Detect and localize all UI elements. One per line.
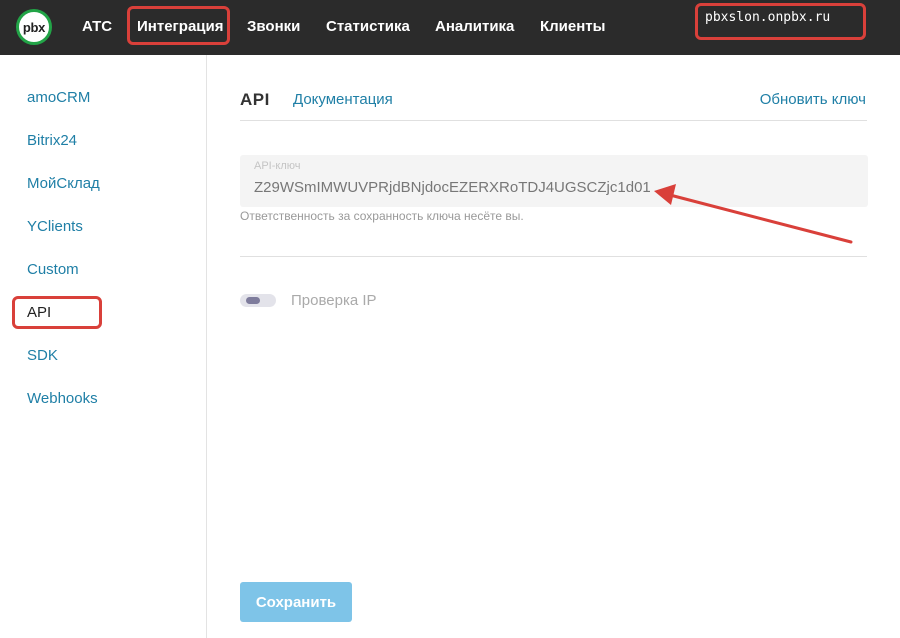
- nav-item-calls[interactable]: Звонки: [247, 18, 300, 35]
- account-domain[interactable]: pbxslon.onpbx.ru: [705, 10, 830, 25]
- nav-item-clients[interactable]: Клиенты: [540, 18, 605, 35]
- sidebar-item-custom[interactable]: Custom: [27, 261, 79, 278]
- header-divider: [240, 120, 867, 121]
- sidebar-item-api[interactable]: API: [27, 304, 51, 321]
- sidebar-item-moysklad[interactable]: МойСклад: [27, 175, 100, 192]
- api-key-label: API-ключ: [254, 160, 301, 172]
- logo-text: pbx: [22, 19, 46, 35]
- nav-item-integration[interactable]: Интеграция: [137, 18, 223, 35]
- documentation-link[interactable]: Документация: [293, 91, 393, 108]
- sidebar-item-yclients[interactable]: YClients: [27, 218, 83, 235]
- highlight-box-api: [12, 296, 102, 329]
- sidebar-item-bitrix24[interactable]: Bitrix24: [27, 132, 77, 149]
- api-key-hint: Ответственность за сохранность ключа нес…: [240, 209, 524, 223]
- ip-check-label: Проверка IP: [291, 292, 377, 309]
- save-button[interactable]: Сохранить: [240, 582, 352, 622]
- sidebar-item-sdk[interactable]: SDK: [27, 347, 58, 364]
- sidebar-item-webhooks[interactable]: Webhooks: [27, 390, 98, 407]
- refresh-key-link[interactable]: Обновить ключ: [760, 91, 866, 108]
- page-title: API: [240, 90, 270, 109]
- nav-item-analytics[interactable]: Аналитика: [435, 18, 514, 35]
- sidebar-item-amocrm[interactable]: amoCRM: [27, 89, 90, 106]
- nav-item-ats[interactable]: АТС: [82, 18, 112, 35]
- api-key-value[interactable]: Z29WSmIMWUVPRjdBNjdocEZERXRoTDJ4UGSCZjc1…: [254, 179, 651, 196]
- ip-check-toggle[interactable]: [240, 294, 276, 307]
- nav-item-statistics[interactable]: Статистика: [326, 18, 410, 35]
- pbx-logo[interactable]: pbx: [16, 9, 52, 45]
- toggle-knob: [246, 297, 260, 304]
- top-navigation-bar: pbx АТС Интеграция Звонки Статистика Ана…: [0, 0, 900, 55]
- section-divider: [240, 256, 867, 257]
